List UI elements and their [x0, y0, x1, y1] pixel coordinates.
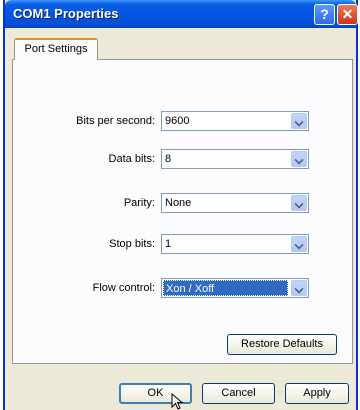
bits-per-second-label: Bits per second:	[76, 115, 155, 127]
stop-bits-value: 1	[165, 238, 172, 250]
flow-control-select[interactable]: Xon / Xoff	[161, 278, 309, 298]
flow-control-value: Xon / Xoff	[163, 280, 288, 296]
close-button[interactable]: ✕	[337, 4, 358, 25]
title-bar[interactable]: COM1 Properties ? ✕	[5, 0, 358, 28]
chevron-down-icon[interactable]	[291, 151, 307, 167]
parity-value: None	[165, 197, 192, 209]
bits-per-second-value: 9600	[165, 115, 190, 127]
data-bits-value: 8	[165, 153, 172, 165]
cancel-button[interactable]: Cancel	[202, 383, 275, 404]
chevron-down-icon[interactable]	[291, 280, 307, 296]
properties-window: COM1 Properties ? ✕ Port Settings Bits p…	[3, 0, 358, 410]
stop-bits-select[interactable]: 1	[161, 234, 309, 254]
help-button[interactable]: ?	[314, 4, 335, 25]
data-bits-select[interactable]: 8	[161, 149, 309, 169]
window-title: COM1 Properties	[13, 6, 119, 21]
restore-defaults-button[interactable]: Restore Defaults	[227, 334, 337, 355]
parity-label: Parity:	[123, 197, 155, 209]
apply-button[interactable]: Apply	[285, 383, 349, 404]
stop-bits-label: Stop bits:	[109, 238, 155, 250]
chevron-down-icon[interactable]	[291, 113, 307, 129]
tab-port-settings[interactable]: Port Settings	[14, 38, 98, 60]
bits-per-second-select[interactable]: 9600	[161, 111, 309, 131]
parity-select[interactable]: None	[161, 193, 309, 213]
chevron-down-icon[interactable]	[291, 236, 307, 252]
help-icon: ?	[320, 6, 329, 22]
data-bits-label: Data bits:	[108, 153, 155, 165]
chevron-down-icon[interactable]	[291, 195, 307, 211]
flow-control-label: Flow control:	[92, 282, 155, 294]
close-icon: ✕	[341, 6, 354, 22]
mouse-cursor-icon	[171, 393, 184, 410]
